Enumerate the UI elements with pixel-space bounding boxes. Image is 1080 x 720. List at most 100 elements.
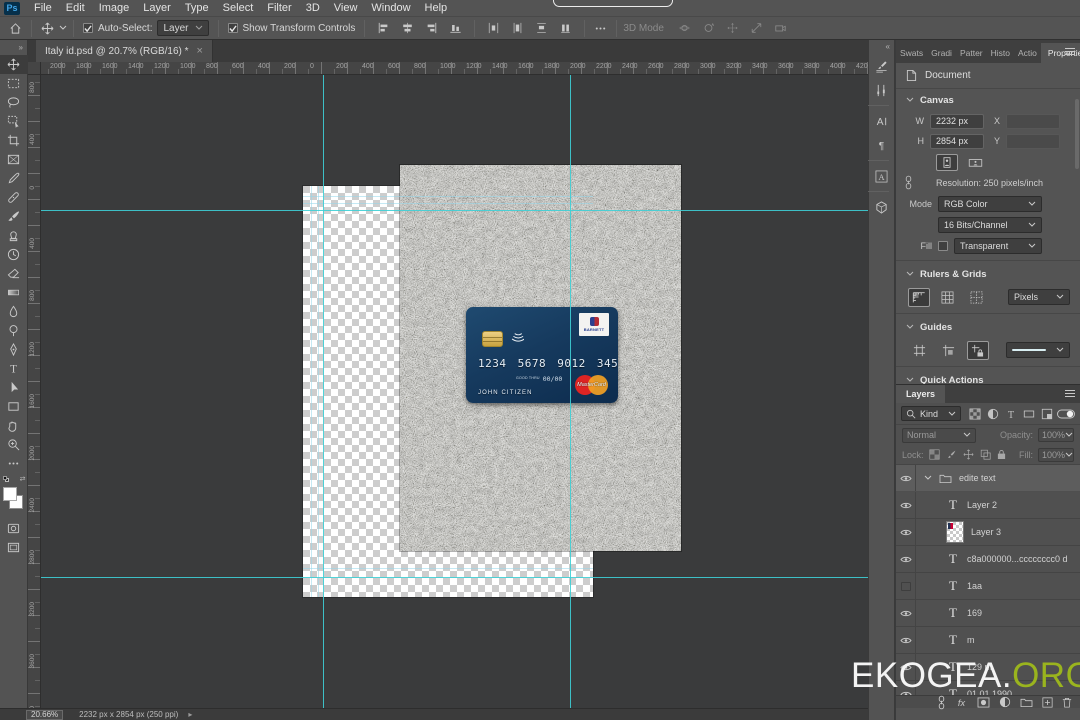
canvas-section-header[interactable]: Canvas: [896, 89, 1080, 111]
path-selection-tool[interactable]: [0, 378, 28, 397]
fill-swatch[interactable]: [938, 240, 948, 251]
toggle-guides-button[interactable]: [908, 341, 930, 360]
type-tool[interactable]: T: [0, 359, 28, 378]
guides-section-header[interactable]: Guides: [896, 316, 1080, 338]
visibility-toggle[interactable]: [896, 492, 916, 518]
dist-right-icon[interactable]: [532, 21, 551, 35]
layer-row[interactable]: Tm: [896, 627, 1080, 654]
menu-window[interactable]: Window: [364, 2, 417, 14]
status-chevron-icon[interactable]: ▸: [188, 710, 192, 719]
lock-guides-button[interactable]: [966, 340, 989, 360]
crop-tool[interactable]: [0, 131, 28, 150]
tab-histo[interactable]: Histo: [987, 43, 1014, 63]
pixel-layer-icon[interactable]: [969, 408, 981, 420]
align-bottom-icon[interactable]: [446, 21, 465, 35]
blend-mode-dropdown[interactable]: Normal: [902, 427, 976, 443]
landscape-orientation-button[interactable]: [964, 154, 986, 171]
paragraph-panel-icon[interactable]: ¶: [868, 133, 895, 157]
brush-settings-panel-icon[interactable]: [868, 54, 895, 78]
zoom-tool[interactable]: [0, 435, 28, 454]
brushes-panel-icon[interactable]: [868, 78, 895, 102]
lock-position-icon[interactable]: [963, 449, 974, 460]
align-left-icon[interactable]: [374, 21, 393, 35]
layers-menu-icon[interactable]: [1064, 389, 1076, 398]
rectangle-tool[interactable]: [0, 397, 28, 416]
history-brush-tool[interactable]: [0, 245, 28, 264]
foreground-color-swatch[interactable]: [2, 487, 17, 501]
layer-filter-dropdown[interactable]: Kind: [901, 406, 961, 421]
layer-row[interactable]: Tc8a000000...cccccccc0 d: [896, 546, 1080, 573]
width-field[interactable]: 2232 px: [930, 113, 984, 129]
tab-gradi[interactable]: Gradi: [927, 43, 956, 63]
auto-select-dropdown[interactable]: Layer: [157, 20, 209, 36]
panels-collapse-icon[interactable]: «: [869, 40, 894, 54]
menu-help[interactable]: Help: [418, 2, 455, 14]
rulers-grids-section-header[interactable]: Rulers & Grids: [896, 263, 1080, 285]
lasso-tool[interactable]: [0, 93, 28, 112]
fill-field[interactable]: 100%: [1038, 447, 1074, 462]
gradient-tool[interactable]: [0, 283, 28, 302]
fx-icon[interactable]: fx: [955, 697, 968, 708]
scrollbar[interactable]: [1075, 99, 1079, 169]
layer-row[interactable]: edite text: [896, 465, 1080, 492]
menu-layer[interactable]: Layer: [136, 2, 178, 14]
hand-tool[interactable]: [0, 416, 28, 435]
bit-depth-dropdown[interactable]: 16 Bits/Channel: [938, 216, 1042, 233]
dist-center-icon[interactable]: [508, 21, 527, 35]
default-colors-icon[interactable]: [2, 476, 10, 483]
edit-toolbar[interactable]: [0, 454, 28, 473]
chevron-down-icon[interactable]: [59, 25, 67, 31]
chevron-down-icon[interactable]: [924, 475, 932, 481]
horizontal-ruler[interactable]: 2000 1800 1600 1400 1200 1000 800 600 400 200 0 200…: [41, 62, 868, 75]
vertical-ruler[interactable]: 800 400 0 400 800 1200 1600 2000 2400 2800 3200 360…: [28, 75, 41, 708]
marquee-tool[interactable]: [0, 74, 28, 93]
layer-row[interactable]: T 1aa: [896, 573, 1080, 600]
auto-select-checkbox[interactable]: [83, 23, 93, 33]
menu-filter[interactable]: Filter: [260, 2, 298, 14]
new-layer-icon[interactable]: [1042, 696, 1053, 708]
type-filter-icon[interactable]: T: [1005, 408, 1017, 419]
color-picker-widget[interactable]: ⇄: [0, 475, 28, 519]
visibility-toggle[interactable]: [896, 573, 916, 599]
canvas-area[interactable]: 2000 1800 1600 1400 1200 1000 800 600 400 200 0 200…: [28, 62, 868, 708]
home-icon[interactable]: [6, 21, 25, 36]
visibility-toggle[interactable]: [896, 600, 916, 626]
toggle-rulers-button[interactable]: [908, 287, 930, 307]
tab-layers[interactable]: Layers: [896, 385, 946, 403]
eyedropper-tool[interactable]: [0, 169, 28, 188]
screen-mode-button[interactable]: [0, 538, 28, 557]
pen-tool[interactable]: [0, 340, 28, 359]
threed-panel-icon[interactable]: [868, 195, 895, 219]
more-options-icon[interactable]: [591, 21, 610, 36]
folder-icon[interactable]: [1020, 697, 1033, 708]
visibility-toggle[interactable]: [896, 465, 916, 491]
align-right-icon[interactable]: [422, 21, 441, 35]
close-icon[interactable]: ×: [197, 45, 203, 57]
lock-all-icon[interactable]: [997, 449, 1006, 460]
swap-colors-icon[interactable]: ⇄: [20, 475, 26, 483]
toolbar-collapse-icon[interactable]: »: [0, 40, 27, 55]
eraser-tool[interactable]: [0, 264, 28, 283]
filter-toggle-switch[interactable]: [1057, 409, 1075, 419]
document-tab[interactable]: Italy id.psd @ 20.7% (RGB/16) * ×: [36, 40, 213, 62]
visibility-toggle[interactable]: [896, 546, 916, 572]
character-panel-icon[interactable]: A: [868, 109, 895, 133]
tab-actio[interactable]: Actio: [1014, 43, 1041, 63]
vertical-guide[interactable]: [570, 75, 571, 708]
quick-mask-button[interactable]: [0, 519, 28, 538]
menu-image[interactable]: Image: [92, 2, 137, 14]
opacity-field[interactable]: 100%: [1038, 428, 1074, 442]
shape-layer-icon[interactable]: [1023, 408, 1035, 420]
move-tool-icon[interactable]: [38, 21, 57, 36]
visibility-toggle[interactable]: [896, 519, 916, 545]
lock-pixels-icon[interactable]: [946, 449, 957, 460]
toggle-smart-guides-button[interactable]: [937, 341, 959, 360]
layer-row[interactable]: Layer 3: [896, 519, 1080, 546]
brush-tool[interactable]: [0, 207, 28, 226]
clone-stamp-tool[interactable]: [0, 226, 28, 245]
menu-edit[interactable]: Edit: [59, 2, 92, 14]
vertical-guide[interactable]: [323, 75, 324, 708]
lock-transparent-icon[interactable]: [928, 449, 940, 460]
layer-row[interactable]: T Layer 2: [896, 492, 1080, 519]
align-center-h-icon[interactable]: [398, 21, 417, 35]
